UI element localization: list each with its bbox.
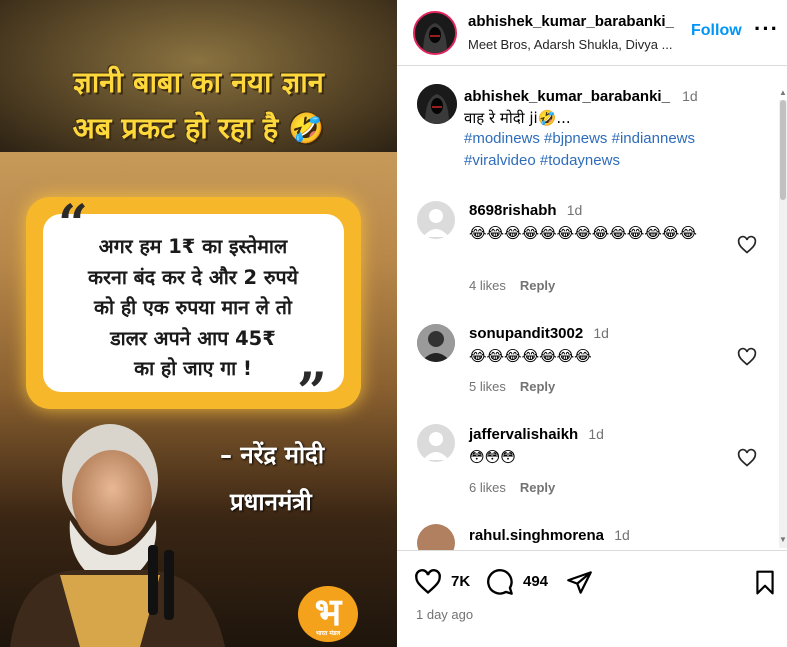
reply-button[interactable]: Reply [520,278,555,293]
quote-line: अगर हम 1₹ का इस्तेमाल [98,235,288,258]
commenter-avatar[interactable] [417,201,455,239]
like-comment-heart-icon[interactable] [737,235,757,255]
like-comment-heart-icon[interactable] [737,347,757,367]
caption-username: abhishek_kumar_barabanki_ 1d [464,88,698,105]
comment-likes[interactable]: 6 likes [469,480,506,495]
scroll-down-arrow-icon[interactable]: ▼ [779,535,787,544]
caption-username-link[interactable]: abhishek_kumar_barabanki_ [464,88,670,105]
follow-button[interactable]: Follow [691,22,742,40]
commenter-avatar[interactable] [417,324,455,362]
more-options-icon[interactable]: ··· [754,16,779,42]
attribution-title: प्रधानमंत्री [230,488,312,516]
comment-time: 1d [566,202,583,218]
quote-line: करना बंद कर दे और 2 रुपये [88,265,298,289]
hashtags-line-2: #viralvideo #todaynews [464,152,620,169]
action-bar: 7K 494 1 day ago [397,550,787,647]
post-details-panel: abhishek_kumar_barabanki_ Meet Bros, Ada… [397,0,787,647]
like-comment-heart-icon[interactable] [737,448,757,468]
scrollbar-thumb[interactable] [780,100,786,200]
commenter-avatar[interactable] [417,424,455,462]
hashtag[interactable]: #todaynews [540,152,620,169]
reply-button[interactable]: Reply [520,480,555,495]
author-avatar[interactable] [413,11,457,55]
comment-time: 1d [614,527,630,543]
comment-username: jaffervalishaikh 1d [469,426,604,443]
post-header: abhishek_kumar_barabanki_ Meet Bros, Ada… [397,0,787,66]
comment-username-link[interactable]: sonupandit3002 [469,325,583,342]
user-photo [417,324,455,362]
comment-time: 1d [593,325,609,341]
audio-subtitle[interactable]: Meet Bros, Adarsh Shukla, Divya ... [468,37,672,52]
comment-text: 😂😂😂😂😂😂😂 [469,347,592,365]
author-username[interactable]: abhishek_kumar_barabanki_ [468,13,674,30]
hashtag[interactable]: #viralvideo [464,152,536,169]
comments-scrollbar[interactable] [779,100,787,548]
comment-meta: 6 likes Reply [469,480,555,495]
post-image[interactable]: ज्ञानी बाबा का नया ज्ञान अब प्रकट हो रहा… [0,0,397,647]
share-paper-plane-icon[interactable] [566,569,593,596]
hashtag[interactable]: #indiannews [612,130,695,147]
comment-username-link[interactable]: 8698rishabh [469,202,557,219]
comment-meta: 5 likes Reply [469,379,555,394]
likes-count[interactable]: 7K [451,573,470,590]
caption-time: 1d [682,88,698,104]
logo-caption: भारत मंडल [315,630,341,637]
like-heart-icon[interactable] [414,568,442,596]
comment-likes[interactable]: 5 likes [469,379,506,394]
caption-text: वाह रे मोदी ji🤣... [464,109,571,127]
microphone [148,545,158,615]
default-user-icon [423,432,449,460]
comment-username-link[interactable]: jaffervalishaikh [469,426,578,443]
quote-line: डालर अपने आप 45₹ [110,326,276,350]
comment-time: 1d [588,426,604,442]
quote-line: को ही एक रुपया मान ले तो [94,296,292,319]
posted-time: 1 day ago [416,607,474,622]
comments-count[interactable]: 494 [523,573,548,590]
comment-likes[interactable]: 4 likes [469,278,506,293]
channel-logo: भ भारत मंडल [298,586,358,642]
comment-username: 8698rishabh 1d [469,202,582,219]
hooded-figure-icon [417,84,457,124]
speaker-photo [10,424,225,647]
comment-text: 😂😂😂😂😂😂😂😂😂😂😂😂😂 [469,224,697,242]
comment-username: sonupandit3002 1d [469,325,609,342]
scroll-up-arrow-icon[interactable]: ▲ [779,88,787,97]
default-user-icon [423,209,449,237]
reply-button[interactable]: Reply [520,379,555,394]
comment-meta: 4 likes Reply [469,278,555,293]
hashtag[interactable]: #modinews [464,130,540,147]
post-dialog: ज्ञानी बाबा का नया ज्ञान अब प्रकट हो रहा… [0,0,787,647]
comment-username-link[interactable]: rahul.singhmorena [469,527,604,544]
comment-bubble-icon[interactable] [486,568,514,596]
hooded-figure-icon [415,13,455,53]
attribution-name: – नरेंद्र मोदी [220,441,325,469]
comment-username: rahul.singhmorena 1d [469,527,630,544]
headline-line-2: अब प्रकट हो रहा है 🤣 [72,111,325,145]
save-bookmark-icon[interactable] [752,569,778,596]
comment-text: 😳😳😳 [469,448,516,466]
logo-letter: भ [314,590,342,634]
close-quote-icon: ” [297,362,327,423]
hashtag[interactable]: #bjpnews [544,130,607,147]
hashtags-line-1: #modinews #bjpnews #indiannews [464,130,695,147]
microphone [164,550,174,620]
headline-line-1: ज्ञानी बाबा का नया ज्ञान [73,65,324,99]
caption-avatar[interactable] [417,84,457,124]
